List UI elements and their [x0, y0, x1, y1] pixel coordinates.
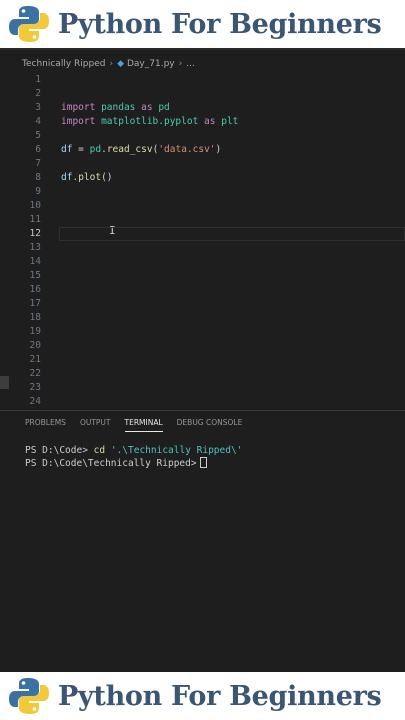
code-line[interactable]: 14: [0, 255, 405, 269]
line-number: 10: [29, 200, 41, 211]
code-text: df.plot(): [61, 171, 113, 185]
code-line[interactable]: 22: [0, 367, 405, 381]
code-line[interactable]: 6 df = pd.read_csv('data.csv'): [0, 143, 405, 157]
code-text: df = pd.read_csv('data.csv'): [61, 143, 221, 157]
terminal-line: PS D:\Code\Technically Ripped>: [25, 457, 242, 470]
breadcrumb-more[interactable]: ...: [186, 59, 195, 69]
terminal-prompt: PS D:\Code\Technically Ripped>: [25, 458, 197, 469]
python-logo-icon: [9, 6, 49, 42]
line-number: 13: [29, 242, 41, 253]
bottom-banner: Python For Beginners: [0, 672, 405, 720]
line-number: 9: [35, 186, 41, 197]
code-line[interactable]: 11: [0, 213, 405, 227]
tab-problems[interactable]: PROBLEMS: [25, 418, 66, 432]
chevron-right-icon: ›: [109, 59, 114, 69]
line-number: 4: [35, 116, 41, 127]
terminal-prompt: PS D:\Code>: [25, 445, 88, 456]
code-token: df: [61, 172, 73, 183]
code-line[interactable]: 8 df.plot(): [0, 171, 405, 185]
line-number: 3: [35, 102, 41, 113]
code-token: pd: [158, 102, 170, 113]
code-token: matplotlib.pyplot: [101, 116, 199, 127]
code-line[interactable]: 16: [0, 283, 405, 297]
code-token: read_csv: [106, 144, 153, 155]
line-number: 7: [35, 158, 41, 169]
code-line[interactable]: 19: [0, 325, 405, 339]
python-logo-icon: [9, 678, 49, 714]
code-line[interactable]: 13: [0, 241, 405, 255]
current-line-highlight: [59, 227, 405, 241]
code-line[interactable]: 5: [0, 129, 405, 143]
code-token: pandas: [101, 102, 136, 113]
line-number: 12: [29, 228, 41, 239]
code-token: as: [204, 116, 216, 127]
code-line[interactable]: 23: [0, 381, 405, 395]
code-token: plot: [78, 172, 102, 183]
python-file-icon: ◆: [117, 59, 124, 69]
code-line[interactable]: 21: [0, 353, 405, 367]
tab-output[interactable]: OUTPUT: [80, 418, 111, 432]
code-line[interactable]: 9: [0, 185, 405, 199]
bottom-panel: PROBLEMS OUTPUT TERMINAL DEBUG CONSOLE P…: [0, 410, 405, 672]
breadcrumb-file[interactable]: Day_71.py: [127, 59, 175, 69]
code-token: import: [61, 102, 96, 113]
breadcrumb-folder[interactable]: Technically Ripped: [22, 59, 105, 69]
code-editor[interactable]: I 1 2 3 import pandas as pd 4 import matplotl…: [0, 70, 405, 410]
line-number: 23: [29, 382, 41, 393]
code-line[interactable]: 4 import matplotlib.pyplot as plt: [0, 115, 405, 129]
code-line[interactable]: 24: [0, 395, 405, 409]
code-token: 'data.csv': [158, 144, 216, 155]
panel-tabs: PROBLEMS OUTPUT TERMINAL DEBUG CONSOLE: [25, 418, 242, 432]
line-number: 14: [29, 256, 41, 267]
code-token: as: [141, 102, 153, 113]
terminal-argument: '.\Technically Ripped\': [110, 445, 243, 456]
code-token: df: [61, 144, 73, 155]
code-line[interactable]: 12: [0, 227, 405, 241]
chevron-right-icon: ›: [178, 59, 183, 69]
code-line[interactable]: 17: [0, 297, 405, 311]
code-line[interactable]: 2: [0, 87, 405, 101]
code-line[interactable]: 3 import pandas as pd: [0, 101, 405, 115]
tab-debug-console[interactable]: DEBUG CONSOLE: [177, 418, 243, 432]
tab-terminal[interactable]: TERMINAL: [124, 418, 163, 432]
line-number: 15: [29, 270, 41, 281]
code-token: import: [61, 116, 96, 127]
code-token: (): [101, 172, 113, 183]
line-number: 20: [29, 340, 41, 351]
banner-title: Python For Beginners: [58, 680, 382, 712]
code-token: ): [215, 144, 222, 155]
terminal[interactable]: PS D:\Code> cd '.\Technically Ripped\' P…: [25, 444, 242, 470]
line-number: 24: [29, 396, 41, 407]
terminal-line: PS D:\Code> cd '.\Technically Ripped\': [25, 444, 242, 457]
terminal-cursor: [199, 457, 207, 468]
terminal-command: cd: [93, 445, 106, 456]
code-line[interactable]: 20: [0, 339, 405, 353]
code-line[interactable]: 1: [0, 73, 405, 87]
banner-title: Python For Beginners: [58, 8, 382, 40]
line-number: 21: [29, 354, 41, 365]
line-number: 17: [29, 298, 41, 309]
line-number: 2: [35, 88, 41, 99]
code-token: pd: [89, 144, 102, 155]
code-line[interactable]: 10: [0, 199, 405, 213]
code-text: import pandas as pd: [61, 101, 170, 115]
code-line[interactable]: 18: [0, 311, 405, 325]
code-line[interactable]: 7: [0, 157, 405, 171]
code-token: =: [72, 144, 90, 155]
line-number: 6: [35, 144, 41, 155]
line-number: 5: [35, 130, 41, 141]
line-number: 22: [29, 368, 41, 379]
line-number: 16: [29, 284, 41, 295]
line-number: 11: [29, 214, 41, 225]
code-token: plt: [221, 116, 239, 127]
code-line[interactable]: 15: [0, 269, 405, 283]
code-text: import matplotlib.pyplot as plt: [61, 115, 238, 129]
line-number: 18: [29, 312, 41, 323]
line-number: 1: [35, 74, 41, 85]
line-number: 8: [35, 172, 41, 183]
top-banner: Python For Beginners: [0, 0, 405, 48]
line-number: 19: [29, 326, 41, 337]
